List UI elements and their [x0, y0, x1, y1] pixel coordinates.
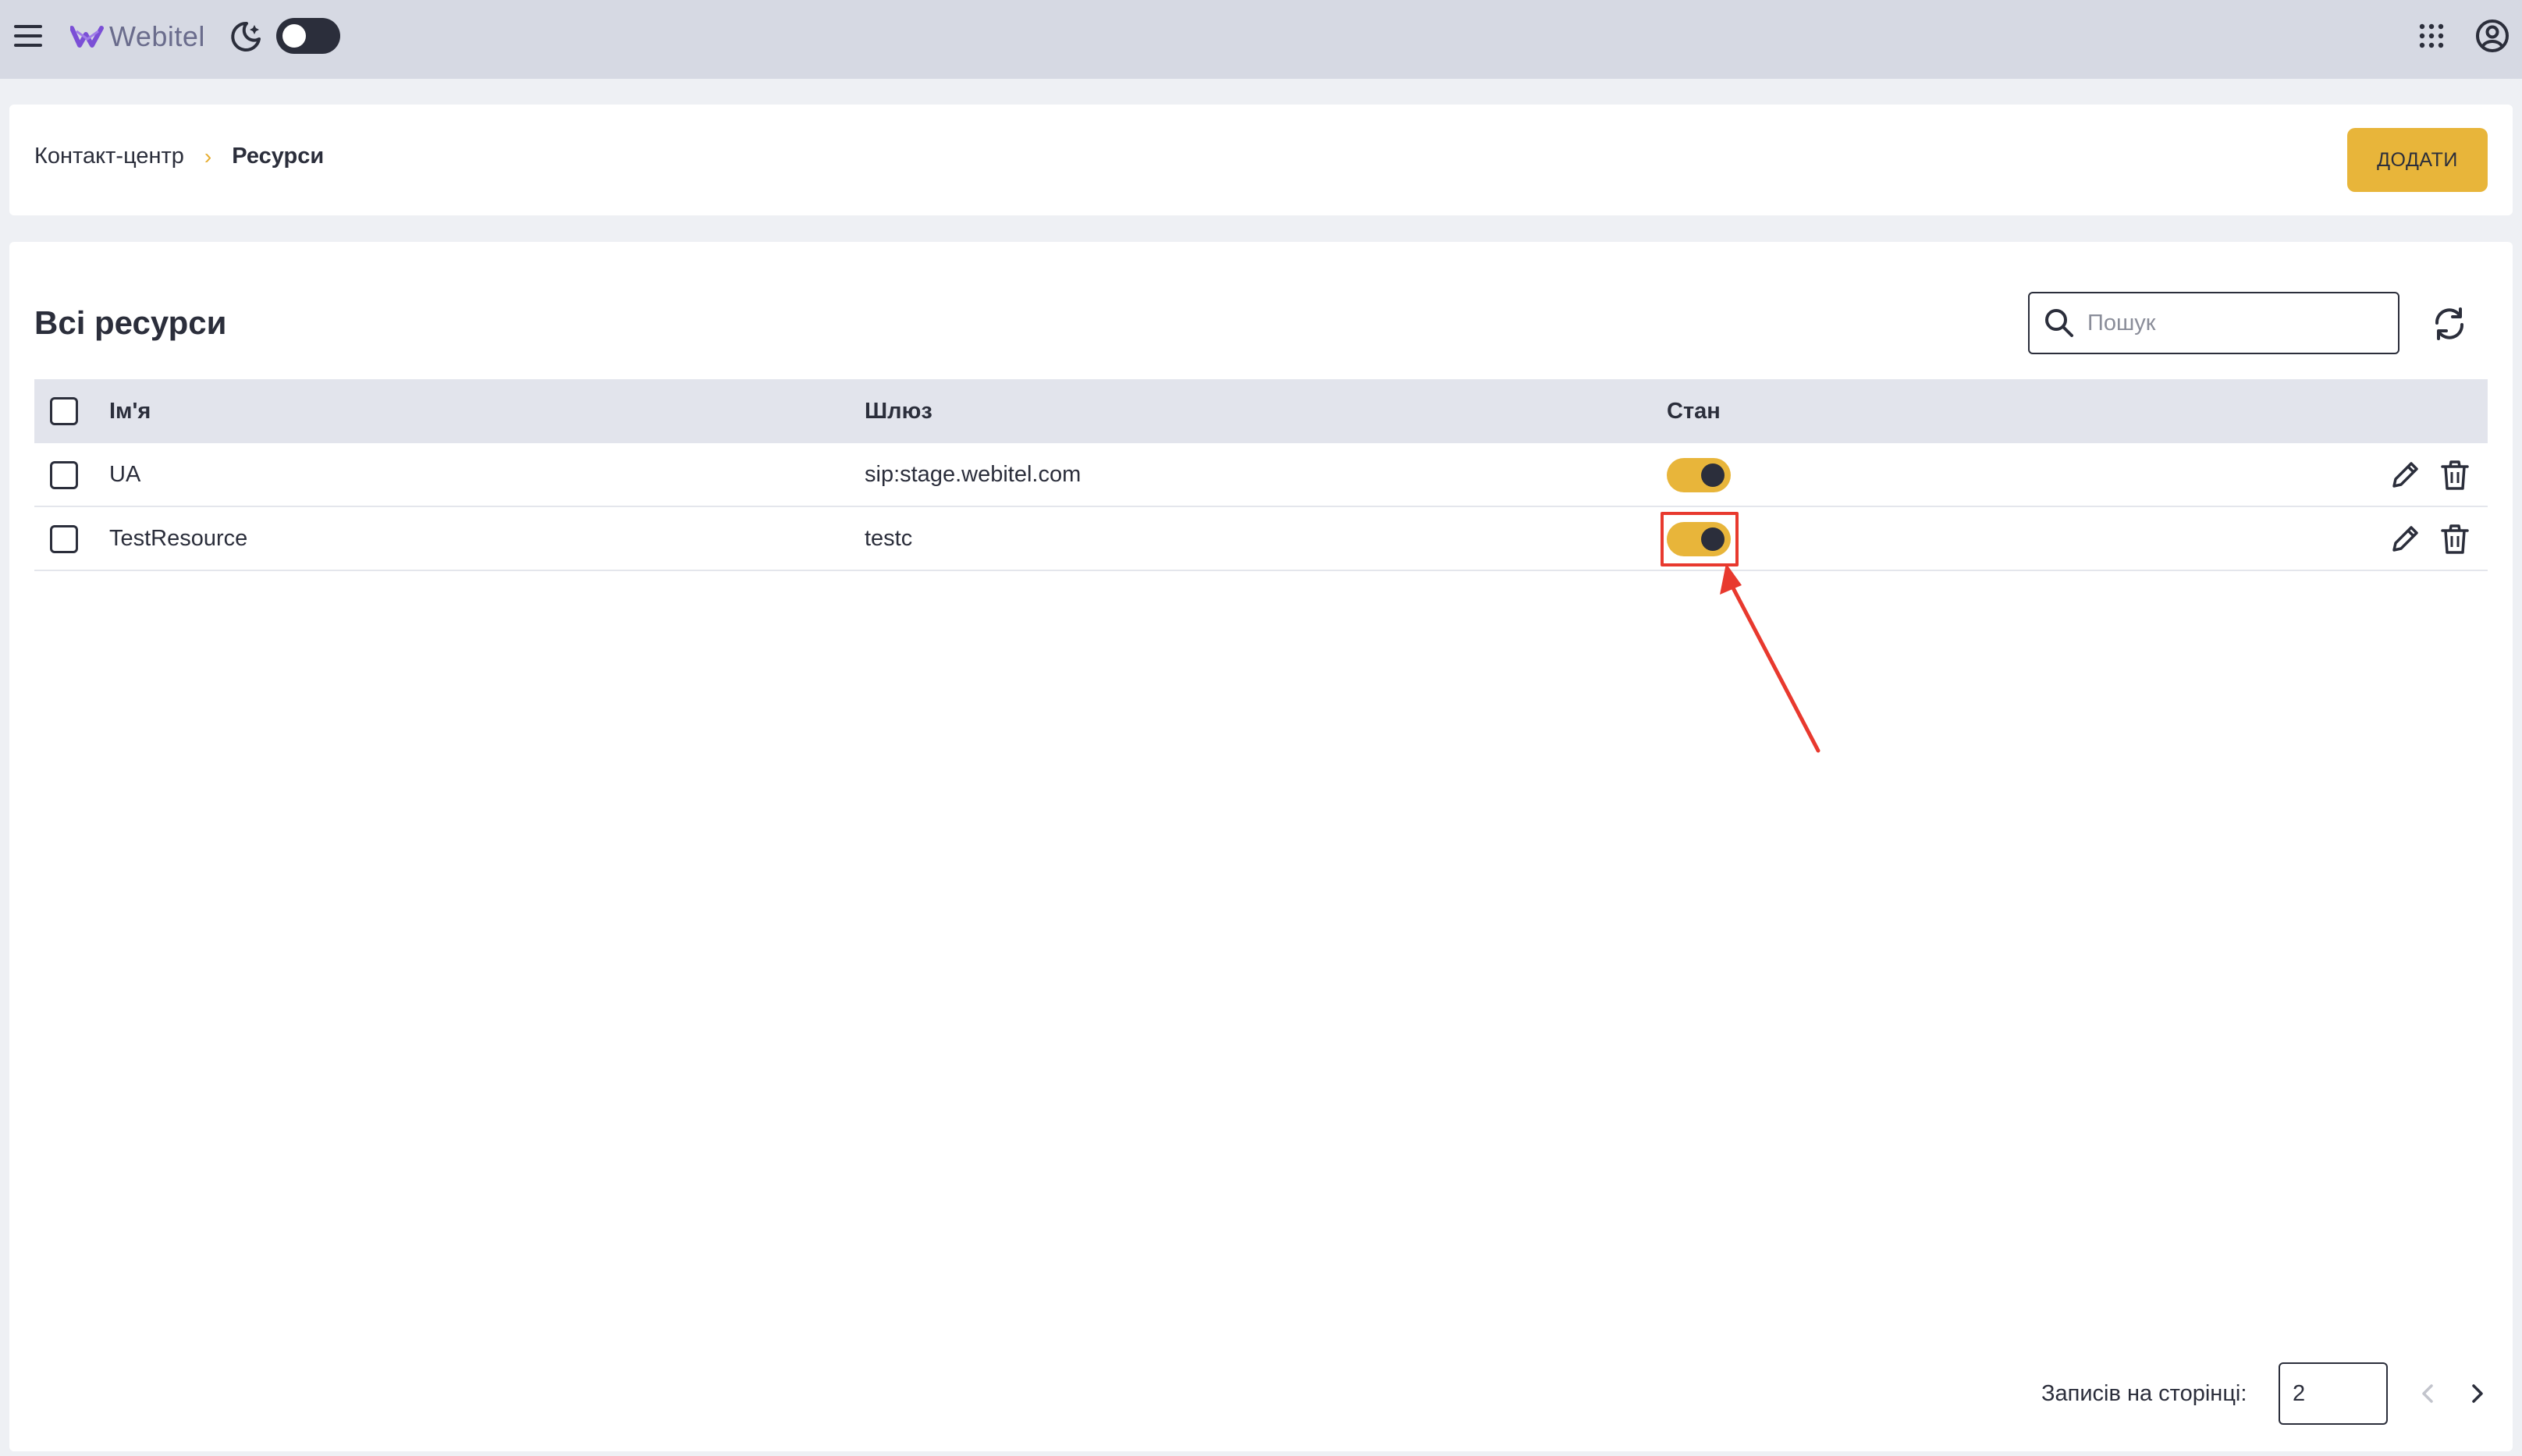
resource-gateway: sip:stage.webitel.com — [865, 461, 1082, 487]
search-input[interactable] — [2087, 310, 2384, 336]
resource-gateway: testc — [865, 525, 913, 551]
search-box[interactable] — [2028, 292, 2399, 354]
table-row: UA sip:stage.webitel.com — [34, 443, 2488, 507]
row-checkbox[interactable] — [50, 525, 78, 553]
column-header-gateway[interactable]: Шлюз — [865, 399, 932, 424]
dark-mode-icon — [231, 21, 261, 51]
chevron-left-icon[interactable] — [2413, 1378, 2444, 1409]
edit-icon[interactable] — [2388, 458, 2422, 492]
chevron-right-icon[interactable] — [2461, 1378, 2492, 1409]
menu-icon[interactable] — [11, 20, 45, 51]
breadcrumb-contact-center[interactable]: Контакт-центр — [34, 144, 184, 169]
state-toggle-knob — [1701, 527, 1725, 551]
apps-grid-icon[interactable] — [2417, 22, 2446, 50]
account-icon[interactable] — [2475, 19, 2510, 53]
table-row: TestResource testc — [34, 507, 2488, 571]
table-header: Ім'я Шлюз Стан — [34, 379, 2488, 443]
top-bar: Webitel — [0, 0, 2522, 79]
edit-icon[interactable] — [2388, 522, 2422, 556]
row-checkbox[interactable] — [50, 461, 78, 489]
page-title: Всі ресурси — [34, 304, 227, 341]
theme-toggle[interactable] — [276, 18, 340, 54]
search-icon — [2045, 309, 2073, 337]
delete-icon[interactable] — [2438, 458, 2472, 492]
add-button[interactable]: ДОДАТИ — [2347, 128, 2488, 192]
select-all-checkbox[interactable] — [50, 397, 78, 425]
breadcrumb: Контакт-центр › Ресурси — [34, 144, 324, 169]
pagination: Записів на сторінці: — [9, 1362, 2513, 1425]
resource-name[interactable]: UA — [109, 462, 140, 488]
state-toggle[interactable] — [1667, 458, 1731, 492]
webitel-logo-icon — [70, 26, 104, 48]
per-page-label: Записів на сторінці: — [2041, 1381, 2247, 1406]
chevron-right-icon: › — [204, 144, 212, 169]
theme-toggle-knob — [282, 24, 306, 48]
logo[interactable]: Webitel — [70, 19, 205, 55]
breadcrumb-current: Ресурси — [232, 144, 325, 169]
refresh-icon[interactable] — [2431, 306, 2467, 342]
state-toggle-knob — [1701, 463, 1725, 487]
per-page-input[interactable] — [2279, 1362, 2388, 1425]
header-card: Контакт-центр › Ресурси ДОДАТИ — [9, 105, 2513, 215]
delete-icon[interactable] — [2438, 522, 2472, 556]
resource-name[interactable]: TestResource — [109, 526, 247, 552]
column-header-state[interactable]: Стан — [1667, 399, 1721, 424]
state-toggle[interactable] — [1667, 522, 1731, 556]
resources-table: Ім'я Шлюз Стан UA sip:stage.webitel.com — [34, 379, 2488, 571]
resources-card: Всі ресурси Ім'я Шлюз Стан UA sip:stage.… — [9, 242, 2513, 1451]
logo-text: Webitel — [109, 20, 205, 52]
column-header-name[interactable]: Ім'я — [109, 399, 151, 424]
